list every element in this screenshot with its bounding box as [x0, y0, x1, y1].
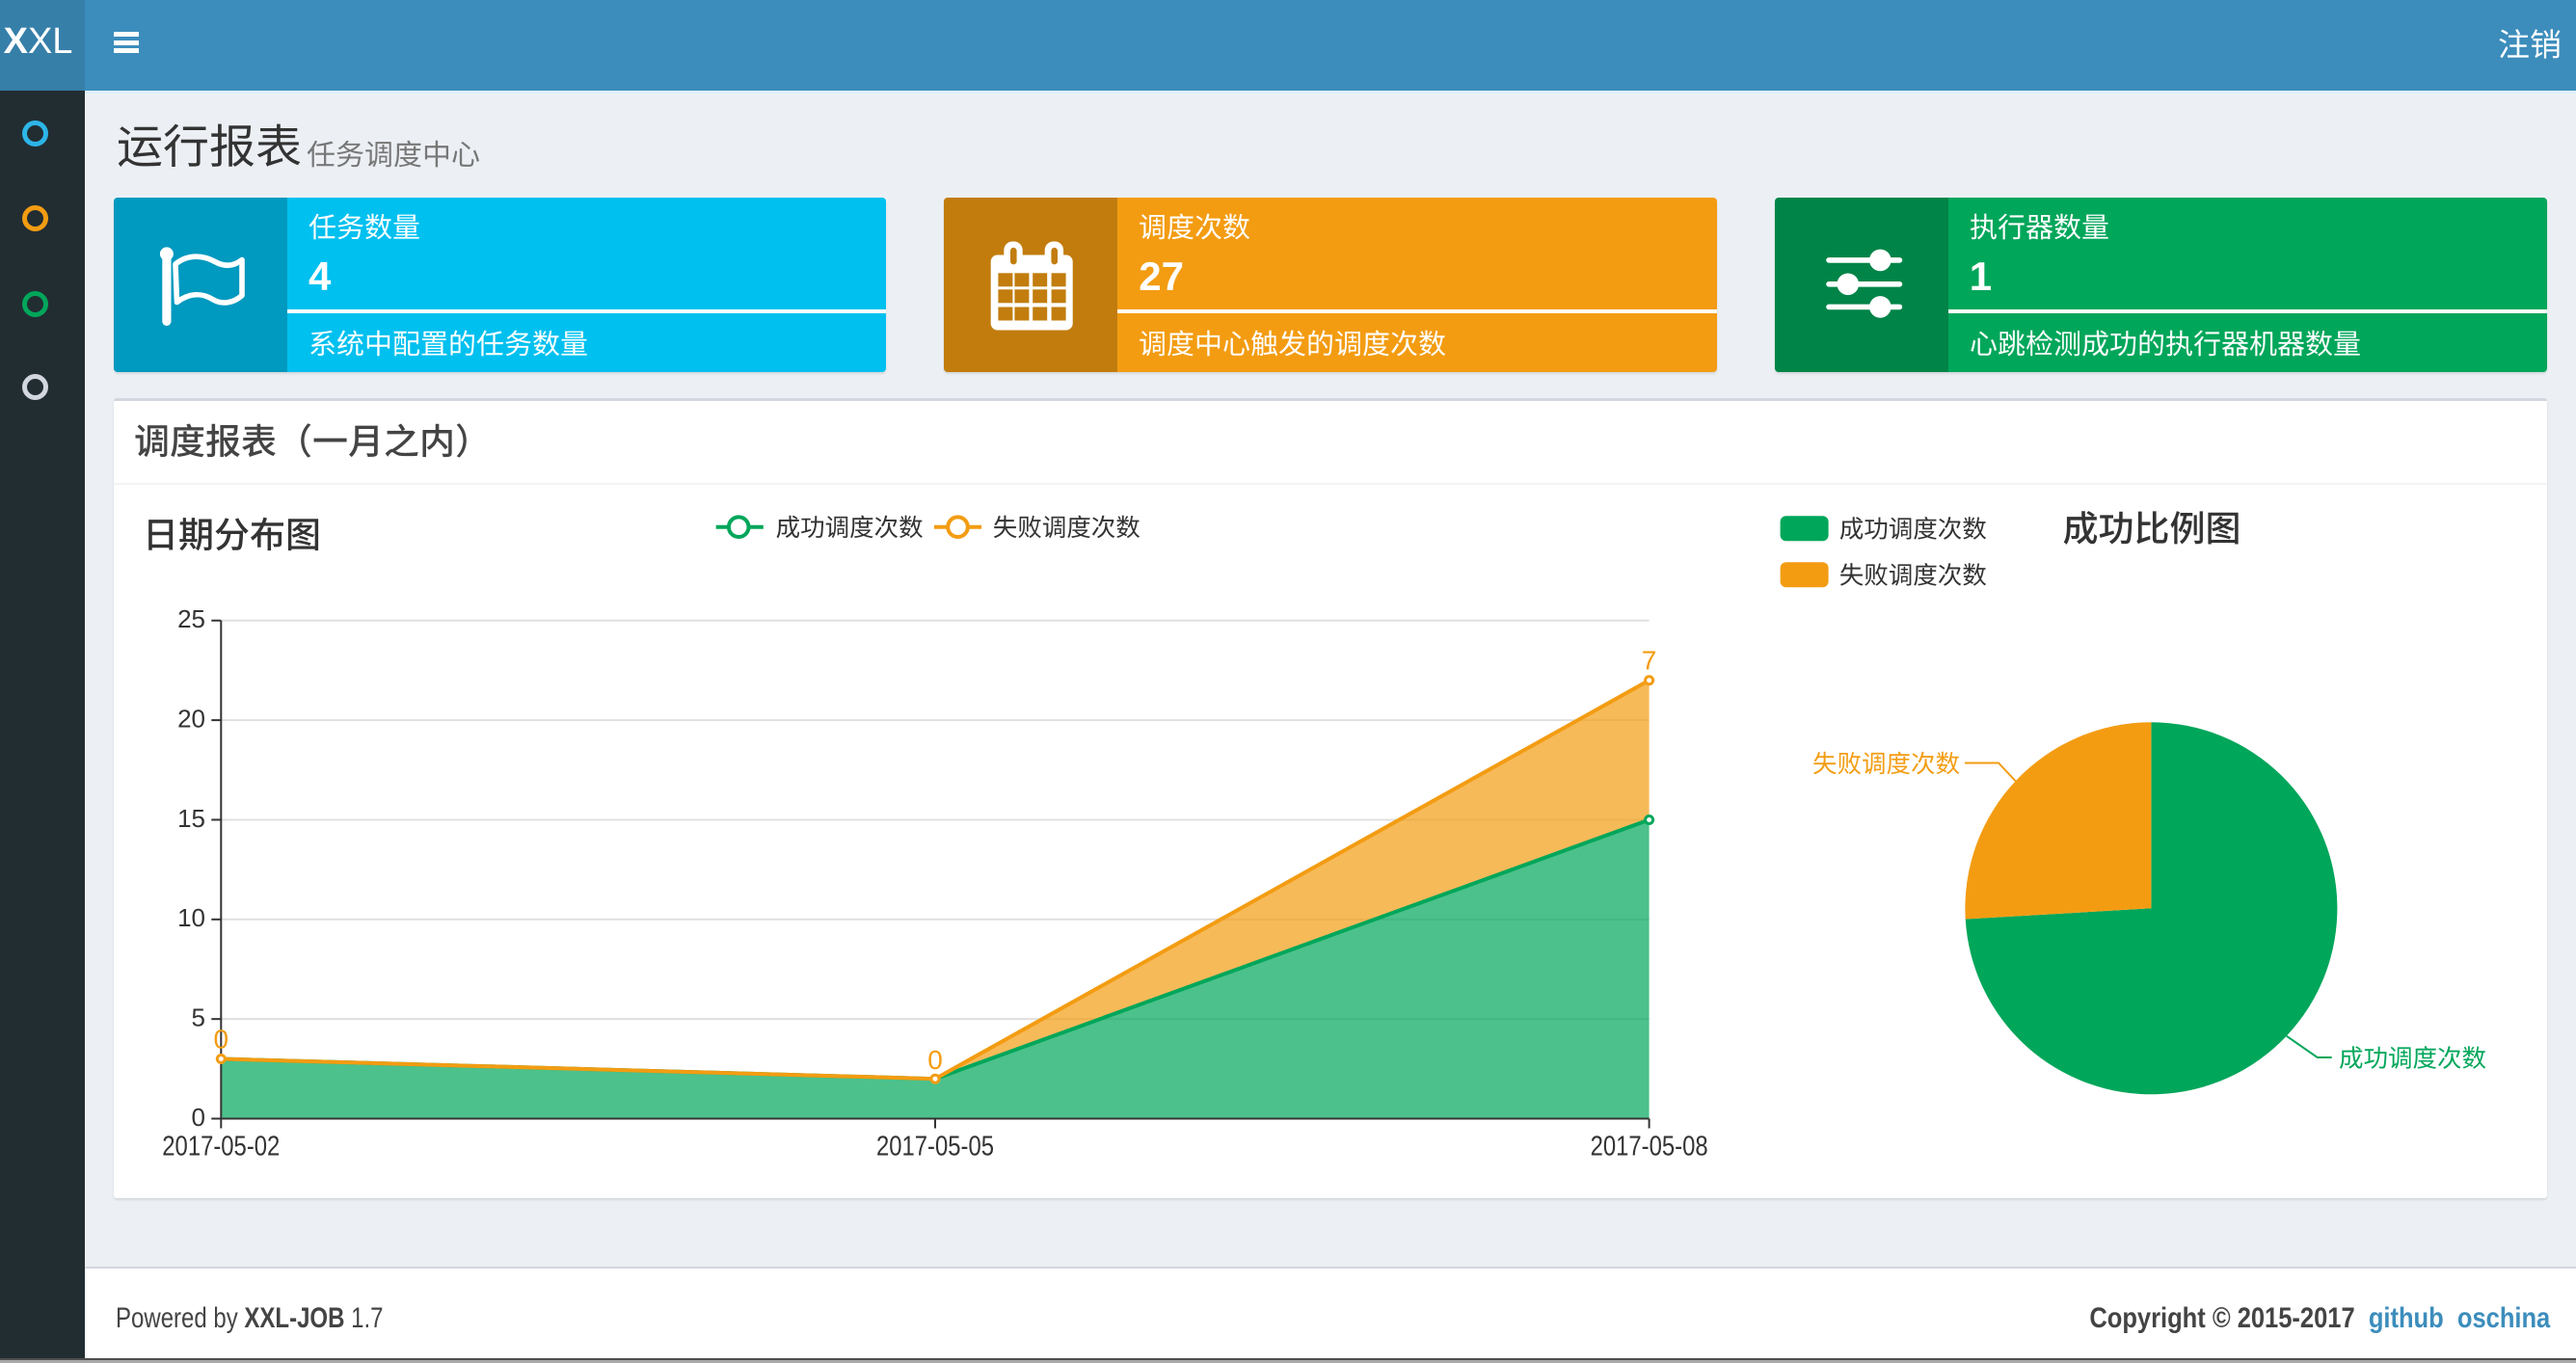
svg-text:2017-05-08: 2017-05-08: [1591, 1131, 1708, 1162]
svg-text:10: 10: [177, 903, 205, 932]
svg-text:0: 0: [214, 1025, 229, 1055]
svg-text:2017-05-02: 2017-05-02: [162, 1131, 280, 1162]
svg-text:5: 5: [192, 1003, 205, 1032]
svg-text:2017-05-05: 2017-05-05: [876, 1131, 994, 1162]
svg-text:15: 15: [177, 804, 205, 833]
svg-text:0: 0: [192, 1103, 205, 1132]
svg-text:0: 0: [927, 1045, 943, 1075]
svg-text:25: 25: [177, 604, 205, 633]
svg-text:7: 7: [1642, 646, 1657, 676]
svg-text:20: 20: [177, 705, 205, 734]
